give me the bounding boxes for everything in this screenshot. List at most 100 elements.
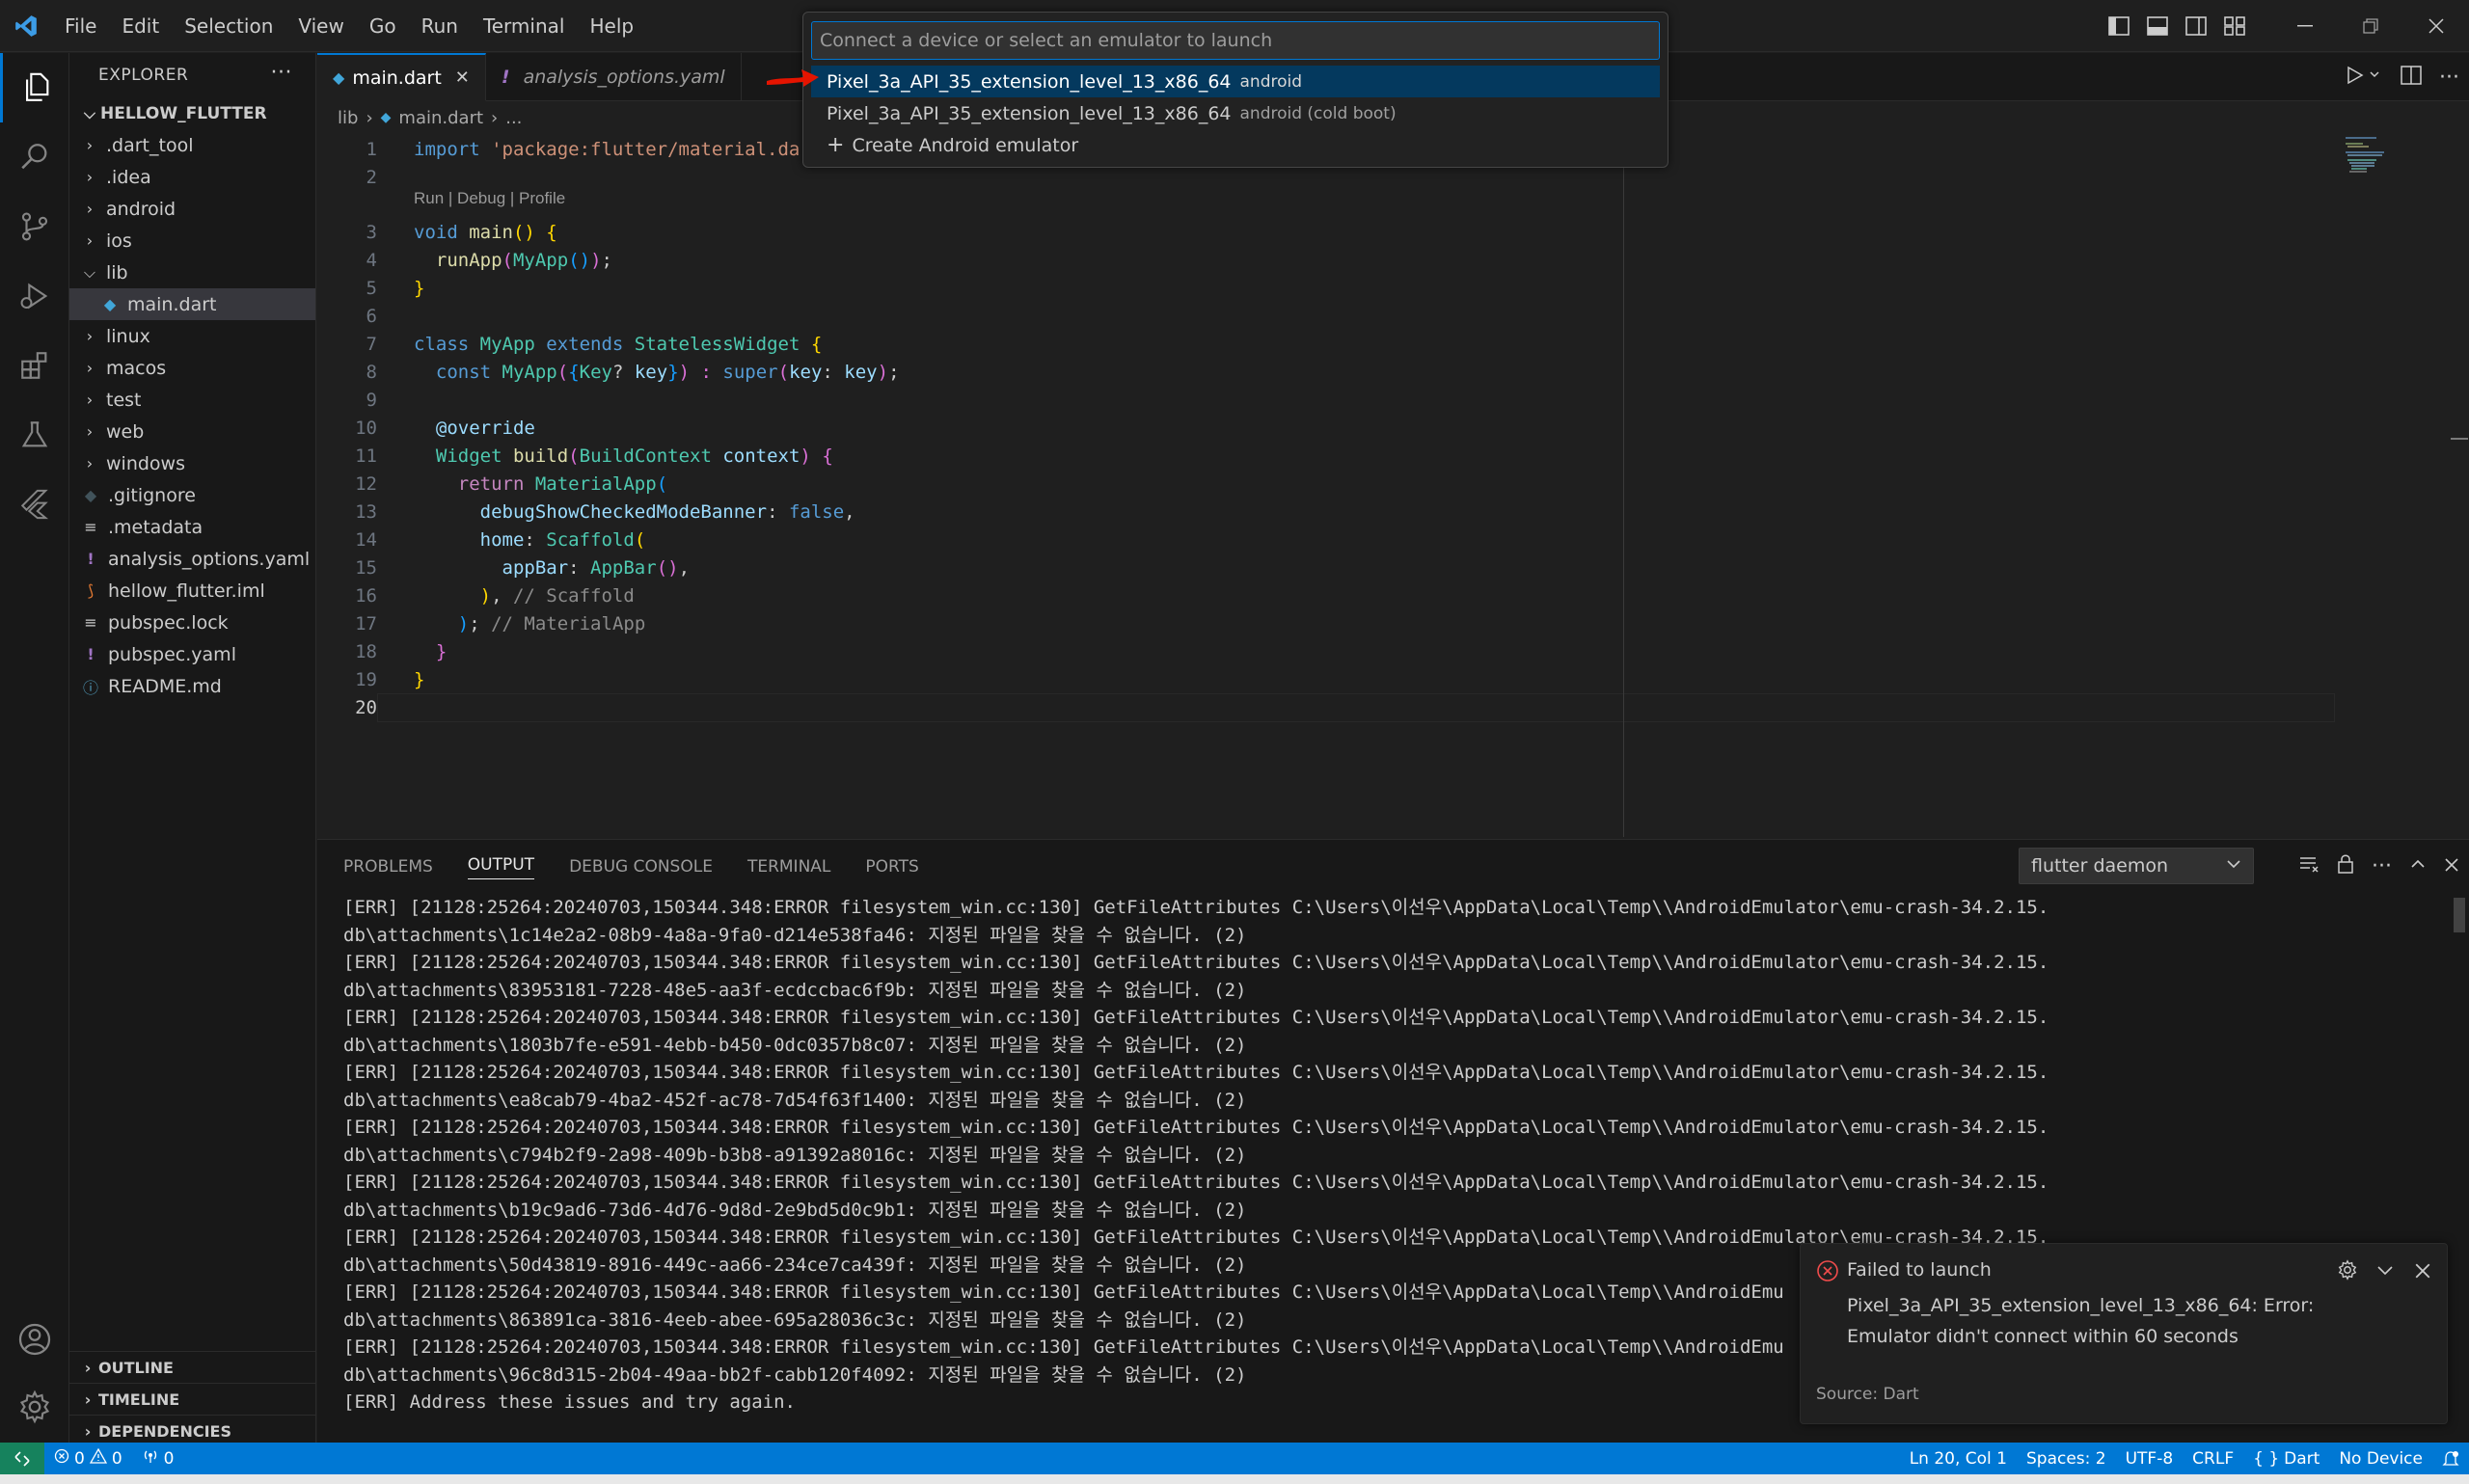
restore-icon[interactable] <box>2338 0 2403 52</box>
tree-folder[interactable]: › .dart_tool <box>69 129 315 161</box>
menu-selection[interactable]: Selection <box>172 8 285 44</box>
tree-file[interactable]: ◆ .gitignore <box>69 479 315 511</box>
settings-gear-icon[interactable] <box>0 1372 69 1442</box>
tab-terminal[interactable]: TERMINAL <box>747 857 830 877</box>
status-bar: 0 0 0 Ln 20, Col 1 Spaces: 2 UTF-8 CRLF … <box>0 1443 2469 1474</box>
run-debug-icon[interactable] <box>0 261 69 331</box>
split-editor-icon[interactable] <box>2401 65 2422 90</box>
tree-folder[interactable]: ⌵ lib <box>69 256 315 288</box>
menu-edit[interactable]: Edit <box>109 8 172 44</box>
problems-status[interactable]: 0 0 <box>44 1443 132 1474</box>
tree-folder[interactable]: › web <box>69 416 315 447</box>
menu-help[interactable]: Help <box>577 8 646 44</box>
close-panel-icon[interactable] <box>2444 854 2459 877</box>
source-control-icon[interactable] <box>0 192 69 261</box>
maximize-panel-icon[interactable] <box>2409 854 2427 877</box>
output-channel-select[interactable]: flutter daemon <box>2019 848 2254 884</box>
code-token: } <box>414 669 425 690</box>
code-token: : <box>568 557 591 579</box>
end-of-line[interactable]: CRLF <box>2183 1443 2243 1474</box>
notification-close-icon[interactable] <box>2414 1261 2431 1284</box>
flutter-icon[interactable] <box>0 470 69 539</box>
tree-file[interactable]: ! analysis_options.yaml <box>69 543 315 575</box>
close-window-icon[interactable] <box>2403 0 2469 52</box>
tree-file[interactable]: ≡ pubspec.lock <box>69 607 315 638</box>
explorer-icon[interactable] <box>0 53 69 122</box>
notifications-bell-icon[interactable] <box>2432 1443 2469 1474</box>
tree-file[interactable]: ≡ .metadata <box>69 511 315 543</box>
tab-analysis-options[interactable]: ! analysis_options.yaml <box>486 53 742 101</box>
tree-file[interactable]: ! pubspec.yaml <box>69 638 315 670</box>
breadcrumb-folder[interactable]: lib <box>338 108 358 128</box>
tab-problems[interactable]: PROBLEMS <box>343 857 433 877</box>
more-actions-icon[interactable]: ··· <box>2372 854 2392 878</box>
line-number: 7 <box>366 334 377 355</box>
tree-folder[interactable]: › test <box>69 384 315 416</box>
tab-label: analysis_options.yaml <box>523 67 725 88</box>
indentation[interactable]: Spaces: 2 <box>2017 1443 2116 1474</box>
accounts-icon[interactable] <box>0 1305 69 1374</box>
notification-settings-gear-icon[interactable] <box>2337 1259 2358 1285</box>
create-emulator-option[interactable]: + Create Android emulator <box>811 129 1660 161</box>
toggle-primary-sidebar-icon[interactable] <box>2101 8 2137 44</box>
tree-folder[interactable]: › android <box>69 193 315 225</box>
tree-file[interactable]: ◆ main.dart <box>69 288 315 320</box>
search-icon[interactable] <box>0 122 69 192</box>
tab-main-dart[interactable]: ◆ main.dart ✕ <box>317 53 486 101</box>
code-editor[interactable]: 1 import 'package:flutter/material.da 2 3 vo… <box>317 133 2469 837</box>
device-option-android[interactable]: Pixel_3a_API_35_extension_level_13_x86_6… <box>811 66 1660 97</box>
toggle-secondary-sidebar-icon[interactable] <box>2178 8 2214 44</box>
minimize-icon[interactable] <box>2272 0 2338 52</box>
cursor-position[interactable]: Ln 20, Col 1 <box>1900 1443 2017 1474</box>
more-actions-icon[interactable]: ··· <box>271 61 292 85</box>
tree-folder[interactable]: › ios <box>69 225 315 256</box>
extensions-icon[interactable] <box>0 331 69 400</box>
code-token: ) <box>457 613 470 634</box>
tree-folder[interactable]: › windows <box>69 447 315 479</box>
more-actions-icon[interactable]: ··· <box>2439 66 2459 90</box>
panel-scrollbar[interactable] <box>2454 898 2465 932</box>
breadcrumb-symbol[interactable]: ... <box>505 108 522 128</box>
minimap[interactable] <box>2338 133 2463 837</box>
yaml-file-icon: ! <box>87 645 95 663</box>
tab-debug-console[interactable]: DEBUG CONSOLE <box>569 857 713 877</box>
code-text: Widget build(BuildContext context) { <box>414 443 833 470</box>
device-search-input[interactable]: Connect a device or select an emulator t… <box>811 21 1660 60</box>
project-root[interactable]: ⌵ HELLOW_FLUTTER <box>69 97 315 129</box>
ports-status[interactable]: 0 <box>132 1443 184 1474</box>
clear-output-icon[interactable] <box>2298 854 2320 878</box>
customize-layout-icon[interactable] <box>2216 8 2253 44</box>
tree-item-label: pubspec.yaml <box>108 643 236 665</box>
tab-ports[interactable]: PORTS <box>865 857 918 877</box>
remote-indicator-icon[interactable] <box>0 1443 44 1474</box>
toggle-panel-icon[interactable] <box>2139 8 2176 44</box>
scrollbar-marker <box>2451 438 2468 440</box>
notification-collapse-icon[interactable] <box>2375 1259 2395 1285</box>
codelens-run-debug-profile[interactable]: Run | Debug | Profile <box>414 189 565 208</box>
run-debug-dropdown-icon[interactable] <box>2345 65 2383 91</box>
menu-file[interactable]: File <box>52 8 109 44</box>
tree-folder[interactable]: › macos <box>69 352 315 384</box>
breadcrumb-file[interactable]: main.dart <box>398 108 483 128</box>
device-selector[interactable]: No Device <box>2329 1443 2432 1474</box>
testing-icon[interactable] <box>0 400 69 470</box>
tree-folder[interactable]: › .idea <box>69 161 315 193</box>
tree-file[interactable]: ⟆ hellow_flutter.iml <box>69 575 315 607</box>
device-option-cold-boot[interactable]: Pixel_3a_API_35_extension_level_13_x86_6… <box>811 97 1660 129</box>
timeline-section[interactable]: › TIMELINE <box>69 1383 316 1415</box>
tab-output[interactable]: OUTPUT <box>467 855 535 879</box>
outline-section[interactable]: › OUTLINE <box>69 1351 316 1383</box>
warning-icon <box>89 1447 107 1469</box>
menu-view[interactable]: View <box>285 8 356 44</box>
tree-file[interactable]: ⓘ README.md <box>69 670 315 702</box>
code-token: } <box>435 641 448 662</box>
close-tab-icon[interactable]: ✕ <box>455 67 470 88</box>
encoding[interactable]: UTF-8 <box>2116 1443 2184 1474</box>
menu-go[interactable]: Go <box>357 8 409 44</box>
menu-run[interactable]: Run <box>409 8 471 44</box>
menu-terminal[interactable]: Terminal <box>471 8 578 44</box>
language-mode[interactable]: { } Dart <box>2243 1443 2329 1474</box>
lock-scroll-icon[interactable] <box>2337 853 2354 879</box>
tree-folder[interactable]: › linux <box>69 320 315 352</box>
